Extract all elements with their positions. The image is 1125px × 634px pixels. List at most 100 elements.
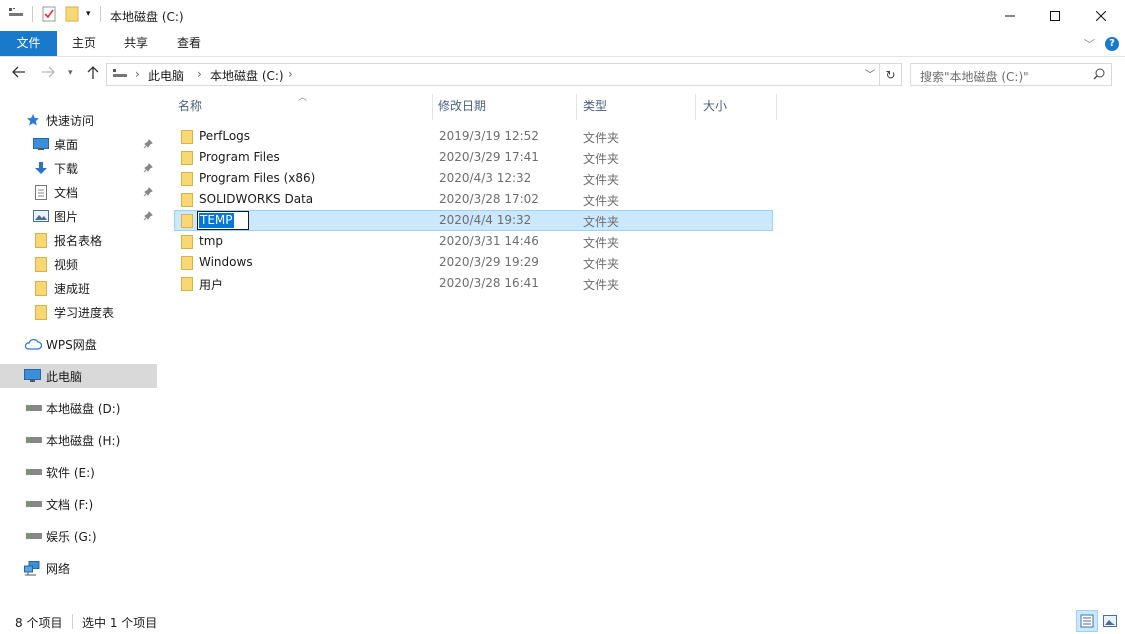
properties-icon[interactable] (42, 6, 56, 22)
close-button[interactable] (1078, 0, 1124, 31)
column-divider[interactable] (776, 94, 777, 120)
search-icon (1093, 68, 1105, 83)
search-placeholder: 搜索"本地磁盘 (C:)" (920, 70, 1029, 84)
breadcrumb-this-pc[interactable]: 此电脑 (148, 67, 184, 84)
file-name: SOLIDWORKS Data (199, 192, 314, 206)
tab-view[interactable]: 查看 (168, 31, 210, 56)
folder-icon (181, 193, 193, 210)
breadcrumb-drive-c[interactable]: 本地磁盘 (C:) (210, 67, 284, 84)
drive-icon (26, 532, 42, 540)
forward-button[interactable] (41, 66, 55, 82)
search-input[interactable]: 搜索"本地磁盘 (C:)" (910, 63, 1112, 86)
nav-item-folder[interactable]: 视频 (0, 252, 157, 276)
nav-item-this-pc[interactable]: 此电脑 (0, 364, 157, 388)
breadcrumb-separator[interactable]: › (135, 67, 140, 81)
expand-ribbon-icon[interactable]: ﹀ (1084, 36, 1095, 52)
address-bar[interactable]: › 此电脑 › 本地磁盘 (C:) › ﹀ (106, 63, 880, 86)
back-button[interactable] (12, 66, 26, 82)
details-view-button[interactable] (1076, 610, 1098, 632)
nav-item-folder[interactable]: 学习进度表 (0, 300, 157, 324)
nav-label: 娱乐 (G:) (46, 529, 97, 544)
folder-icon (181, 172, 193, 189)
tab-home[interactable]: 主页 (63, 31, 105, 56)
file-type: 文件夹 (583, 194, 620, 208)
file-name: Windows (199, 255, 253, 269)
table-row[interactable]: Program Files (x86) 2020/4/3 12:32 文件夹 (174, 168, 773, 189)
nav-label: 此电脑 (46, 369, 83, 384)
rename-selected-text: TEMP (199, 213, 234, 228)
status-bar: 8 个项目 选中 1 个项目 (0, 604, 1125, 634)
column-divider[interactable] (432, 94, 433, 120)
nav-item-pictures[interactable]: 图片 (0, 204, 157, 228)
file-type: 文件夹 (583, 236, 620, 250)
nav-label: 视频 (54, 257, 79, 272)
breadcrumb-separator[interactable]: › (288, 67, 293, 81)
selection-count: 选中 1 个项目 (82, 616, 158, 630)
back-arrow-icon (12, 66, 25, 78)
refresh-button[interactable]: ↻ (880, 63, 902, 86)
up-button[interactable] (87, 66, 99, 84)
address-dropdown-icon[interactable]: ﹀ (865, 66, 875, 81)
close-icon (1096, 10, 1106, 21)
recent-locations-icon[interactable]: ▾ (68, 68, 73, 78)
nav-item-downloads[interactable]: 下载 (0, 156, 157, 180)
cloud-icon (24, 338, 42, 350)
file-date: 2020/4/3 12:32 (439, 171, 532, 185)
nav-label: WPS网盘 (46, 337, 97, 352)
file-type: 文件夹 (583, 131, 620, 145)
column-divider[interactable] (695, 94, 696, 120)
nav-item-drive[interactable]: 文档 (F:) (0, 492, 157, 516)
breadcrumb-separator[interactable]: › (197, 67, 202, 81)
column-header-date[interactable]: 修改日期 (438, 92, 486, 122)
nav-item-desktop[interactable]: 桌面 (0, 132, 157, 156)
item-count: 8 个项目 (15, 616, 63, 630)
nav-item-network[interactable]: 网络 (0, 556, 157, 580)
nav-item-drive[interactable]: 本地磁盘 (D:) (0, 396, 157, 420)
file-date: 2020/3/31 14:46 (439, 234, 539, 248)
folder-icon (35, 304, 47, 320)
rename-input[interactable]: TEMP (197, 211, 249, 230)
window-title: 本地磁盘 (C:) (110, 10, 184, 24)
pin-icon (143, 162, 153, 176)
table-row[interactable]: tmp 2020/3/31 14:46 文件夹 (174, 231, 773, 252)
file-date: 2020/3/29 19:29 (439, 255, 539, 269)
table-row[interactable]: 用户 2020/3/28 16:41 文件夹 (174, 273, 773, 294)
drive-icon (26, 468, 42, 476)
new-folder-icon[interactable] (65, 6, 79, 22)
nav-item-drive[interactable]: 软件 (E:) (0, 460, 157, 484)
minimize-icon (1005, 15, 1015, 16)
file-name: Program Files (199, 150, 280, 164)
tab-share[interactable]: 共享 (115, 31, 157, 56)
large-icons-view-button[interactable] (1099, 610, 1121, 632)
table-row[interactable]: SOLIDWORKS Data 2020/3/28 17:02 文件夹 (174, 189, 773, 210)
minimize-button[interactable] (987, 0, 1033, 31)
column-header-type[interactable]: 类型 (583, 92, 607, 122)
nav-item-drive[interactable]: 本地磁盘 (H:) (0, 428, 157, 452)
nav-item-drive[interactable]: 娱乐 (G:) (0, 524, 157, 548)
nav-label: 本地磁盘 (D:) (46, 401, 121, 416)
maximize-button[interactable] (1032, 0, 1078, 31)
nav-item-documents[interactable]: 文档 (0, 180, 157, 204)
folder-icon (181, 277, 193, 294)
help-icon[interactable]: ? (1105, 37, 1119, 51)
file-list: ︿ 名称 修改日期 类型 大小 PerfLogs 2019/3/19 12:52… (170, 92, 1125, 604)
column-header-size[interactable]: 大小 (703, 92, 727, 122)
file-date: 2020/3/29 17:41 (439, 150, 539, 164)
tab-file[interactable]: 文件 (0, 31, 57, 56)
ribbon-tabs: 文件 主页 共享 查看 ﹀ ? (0, 31, 1125, 57)
nav-quick-access[interactable]: 快速访问 (0, 108, 157, 132)
column-header-name[interactable]: 名称 (178, 92, 202, 122)
folder-icon (181, 214, 193, 231)
customize-toolbar-icon[interactable]: ▾ (86, 9, 91, 19)
desktop-icon (33, 138, 49, 150)
nav-item-folder[interactable]: 报名表格 (0, 228, 157, 252)
nav-item-folder[interactable]: 速成班 (0, 276, 157, 300)
table-row-selected[interactable]: TEMP 2020/4/4 19:32 文件夹 (174, 210, 773, 231)
table-row[interactable]: Program Files 2020/3/29 17:41 文件夹 (174, 147, 773, 168)
file-date: 2020/4/4 19:32 (439, 213, 532, 227)
nav-item-wps-cloud[interactable]: WPS网盘 (0, 332, 157, 356)
table-row[interactable]: Windows 2020/3/29 19:29 文件夹 (174, 252, 773, 273)
nav-label: 速成班 (54, 281, 91, 296)
column-divider[interactable] (576, 94, 577, 120)
table-row[interactable]: PerfLogs 2019/3/19 12:52 文件夹 (174, 126, 773, 147)
